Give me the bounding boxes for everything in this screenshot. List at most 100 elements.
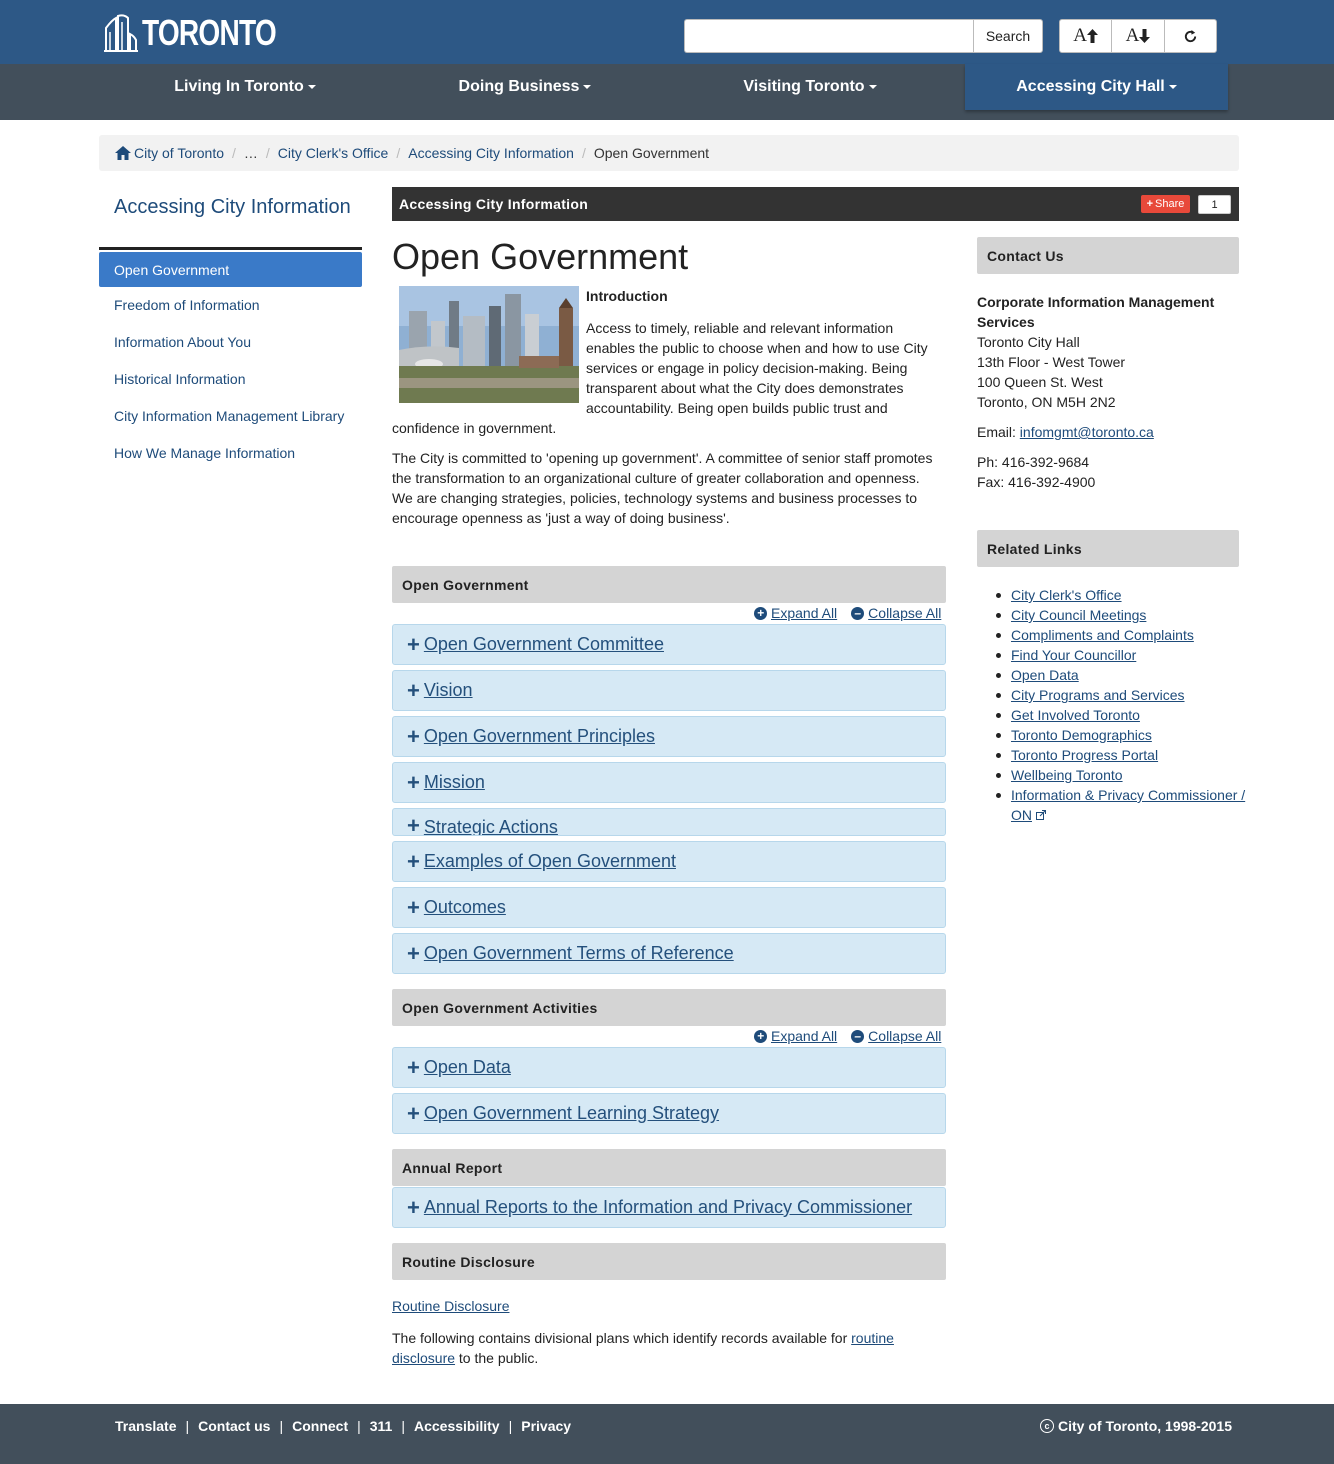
- accordion-item[interactable]: + Outcomes: [392, 887, 946, 928]
- footer-separator: |: [508, 1418, 513, 1434]
- nav-living-in-toronto[interactable]: Living In Toronto: [150, 64, 340, 110]
- plus-icon: +: [407, 1054, 420, 1080]
- nav-doing-business[interactable]: Doing Business: [440, 64, 610, 110]
- expand-all-link[interactable]: + Expand All: [754, 605, 837, 621]
- increase-text-label: A: [1073, 25, 1088, 46]
- list-item: Toronto Demographics: [996, 725, 1251, 745]
- plus-circle-icon: +: [754, 1029, 767, 1043]
- related-link[interactable]: City Programs and Services: [1011, 687, 1185, 703]
- related-link[interactable]: Open Data: [1011, 667, 1079, 683]
- text-size-tools: A A: [1059, 19, 1217, 53]
- footer-link-311[interactable]: 311: [370, 1418, 393, 1434]
- plus-icon: +: [407, 769, 420, 795]
- expand-all-label: Expand All: [771, 1028, 838, 1044]
- accordion-label: Examples of Open Government: [423, 851, 676, 871]
- nav-visiting-toronto[interactable]: Visiting Toronto: [720, 64, 900, 110]
- related-link[interactable]: City Clerk's Office: [1011, 587, 1122, 603]
- nav-accessing-city-hall[interactable]: Accessing City Hall: [965, 64, 1228, 110]
- plus-square-icon: +: [1146, 198, 1154, 210]
- plus-icon: +: [407, 723, 420, 749]
- sidebar-item-open-government[interactable]: Open Government: [99, 252, 362, 287]
- plus-circle-icon: +: [754, 606, 767, 620]
- accordion-label: Strategic Actions: [423, 817, 558, 836]
- accordion-item[interactable]: + Open Government Committee: [392, 624, 946, 665]
- main-navigation: Living In Toronto Doing Business Visitin…: [0, 64, 1334, 120]
- breadcrumb-home-link[interactable]: City of Toronto: [134, 145, 224, 161]
- increase-text-button[interactable]: A: [1060, 20, 1113, 52]
- expand-collapse-controls: + Expand All – Collapse All: [754, 605, 941, 621]
- breadcrumb-separator: /: [232, 145, 236, 161]
- accordion-label: Mission: [423, 772, 485, 792]
- accordion-item[interactable]: + Strategic Actions: [392, 808, 946, 836]
- contact-org: Corporate Information Management Service…: [977, 294, 1215, 330]
- list-item: Wellbeing Toronto: [996, 765, 1251, 785]
- caret-down-icon: [307, 85, 316, 89]
- accordion-label: Annual Reports to the Information and Pr…: [423, 1197, 913, 1217]
- nav-label: Accessing City Hall: [1016, 78, 1165, 95]
- breadcrumb-link[interactable]: Accessing City Information: [408, 145, 574, 161]
- address-line: 13th Floor - West Tower: [977, 354, 1126, 370]
- accordion-item[interactable]: + Annual Reports to the Information and P…: [392, 1187, 946, 1228]
- search-input[interactable]: [684, 19, 974, 53]
- copyright-text: City of Toronto, 1998-2015: [1058, 1418, 1233, 1434]
- accordion-item[interactable]: + Mission: [392, 762, 946, 803]
- footer-link-accessibility[interactable]: Accessibility: [414, 1418, 500, 1434]
- footer-link-connect[interactable]: Connect: [292, 1418, 348, 1434]
- routine-disclosure-link[interactable]: Routine Disclosure: [392, 1298, 510, 1314]
- expand-all-link[interactable]: + Expand All: [754, 1028, 837, 1044]
- related-link[interactable]: Toronto Progress Portal: [1011, 747, 1158, 763]
- share-count: 1: [1198, 195, 1231, 214]
- contact-email-row: Email: infomgmt@toronto.ca: [977, 422, 1239, 442]
- contact-block: Corporate Information Management Service…: [977, 292, 1239, 492]
- address-line: Toronto, ON M5H 2N2: [977, 394, 1116, 410]
- accordion-item[interactable]: + Open Government Terms of Reference: [392, 933, 946, 974]
- footer-link-contact[interactable]: Contact us: [198, 1418, 270, 1434]
- reset-button[interactable]: [1165, 20, 1216, 52]
- related-link[interactable]: Get Involved Toronto: [1011, 707, 1140, 723]
- list-item: City Council Meetings: [996, 605, 1251, 625]
- toronto-logo[interactable]: TORONTO: [104, 10, 314, 52]
- collapse-all-link[interactable]: – Collapse All: [851, 1028, 941, 1044]
- collapse-all-link[interactable]: – Collapse All: [851, 605, 941, 621]
- related-link[interactable]: Information & Privacy Commissioner / ON: [1011, 787, 1245, 823]
- routine-text: The following contains divisional plans …: [392, 1330, 852, 1346]
- home-icon: [115, 146, 131, 160]
- accordion-item[interactable]: + Vision: [392, 670, 946, 711]
- list-item: Find Your Councillor: [996, 645, 1251, 665]
- routine-text: to the public.: [455, 1350, 539, 1366]
- sidebar-item-historical-information[interactable]: Historical Information: [99, 361, 362, 396]
- breadcrumb-separator: /: [265, 145, 270, 161]
- sidebar-title[interactable]: Accessing City Information: [114, 197, 354, 218]
- related-link[interactable]: Find Your Councillor: [1011, 647, 1136, 663]
- sidebar-item-library[interactable]: City Information Management Library: [99, 398, 362, 433]
- related-link[interactable]: Wellbeing Toronto: [1011, 767, 1123, 783]
- related-link[interactable]: Compliments and Complaints: [1011, 627, 1194, 643]
- share-button[interactable]: + Share: [1141, 195, 1190, 213]
- sidebar-item-freedom-of-information[interactable]: Freedom of Information: [99, 287, 362, 322]
- sidebar-item-how-we-manage[interactable]: How We Manage Information: [99, 435, 362, 470]
- accordion-item[interactable]: + Open Government Principles: [392, 716, 946, 757]
- logo-text: TORONTO: [142, 12, 277, 53]
- footer-links: Translate | Contact us | Connect | 311 | Acc…: [115, 1418, 571, 1434]
- breadcrumb-link[interactable]: City Clerk's Office: [278, 145, 389, 161]
- list-item: Open Data: [996, 665, 1251, 685]
- related-link[interactable]: City Council Meetings: [1011, 607, 1146, 623]
- related-link[interactable]: Toronto Demographics: [1011, 727, 1152, 743]
- contact-us-header: Contact Us: [977, 237, 1239, 274]
- footer-link-translate[interactable]: Translate: [115, 1418, 176, 1434]
- accordion-item[interactable]: + Open Data: [392, 1047, 946, 1088]
- sidebar-item-information-about-you[interactable]: Information About You: [99, 324, 362, 359]
- arrow-up-icon: [1087, 29, 1099, 43]
- list-item: Get Involved Toronto: [996, 705, 1251, 725]
- minus-circle-icon: –: [851, 606, 865, 620]
- list-item: City Clerk's Office: [996, 585, 1251, 605]
- search-button[interactable]: Search: [973, 19, 1043, 53]
- footer-link-privacy[interactable]: Privacy: [521, 1418, 571, 1434]
- accordion-item[interactable]: + Open Government Learning Strategy: [392, 1093, 946, 1134]
- decrease-text-button[interactable]: A: [1112, 20, 1165, 52]
- breadcrumb-ellipsis[interactable]: …: [244, 145, 258, 161]
- nav-label: Visiting Toronto: [743, 78, 865, 95]
- accordion-item[interactable]: + Examples of Open Government: [392, 841, 946, 882]
- email-link[interactable]: infomgmt@toronto.ca: [1020, 424, 1154, 440]
- section-title-bar: Accessing City Information: [392, 187, 1239, 221]
